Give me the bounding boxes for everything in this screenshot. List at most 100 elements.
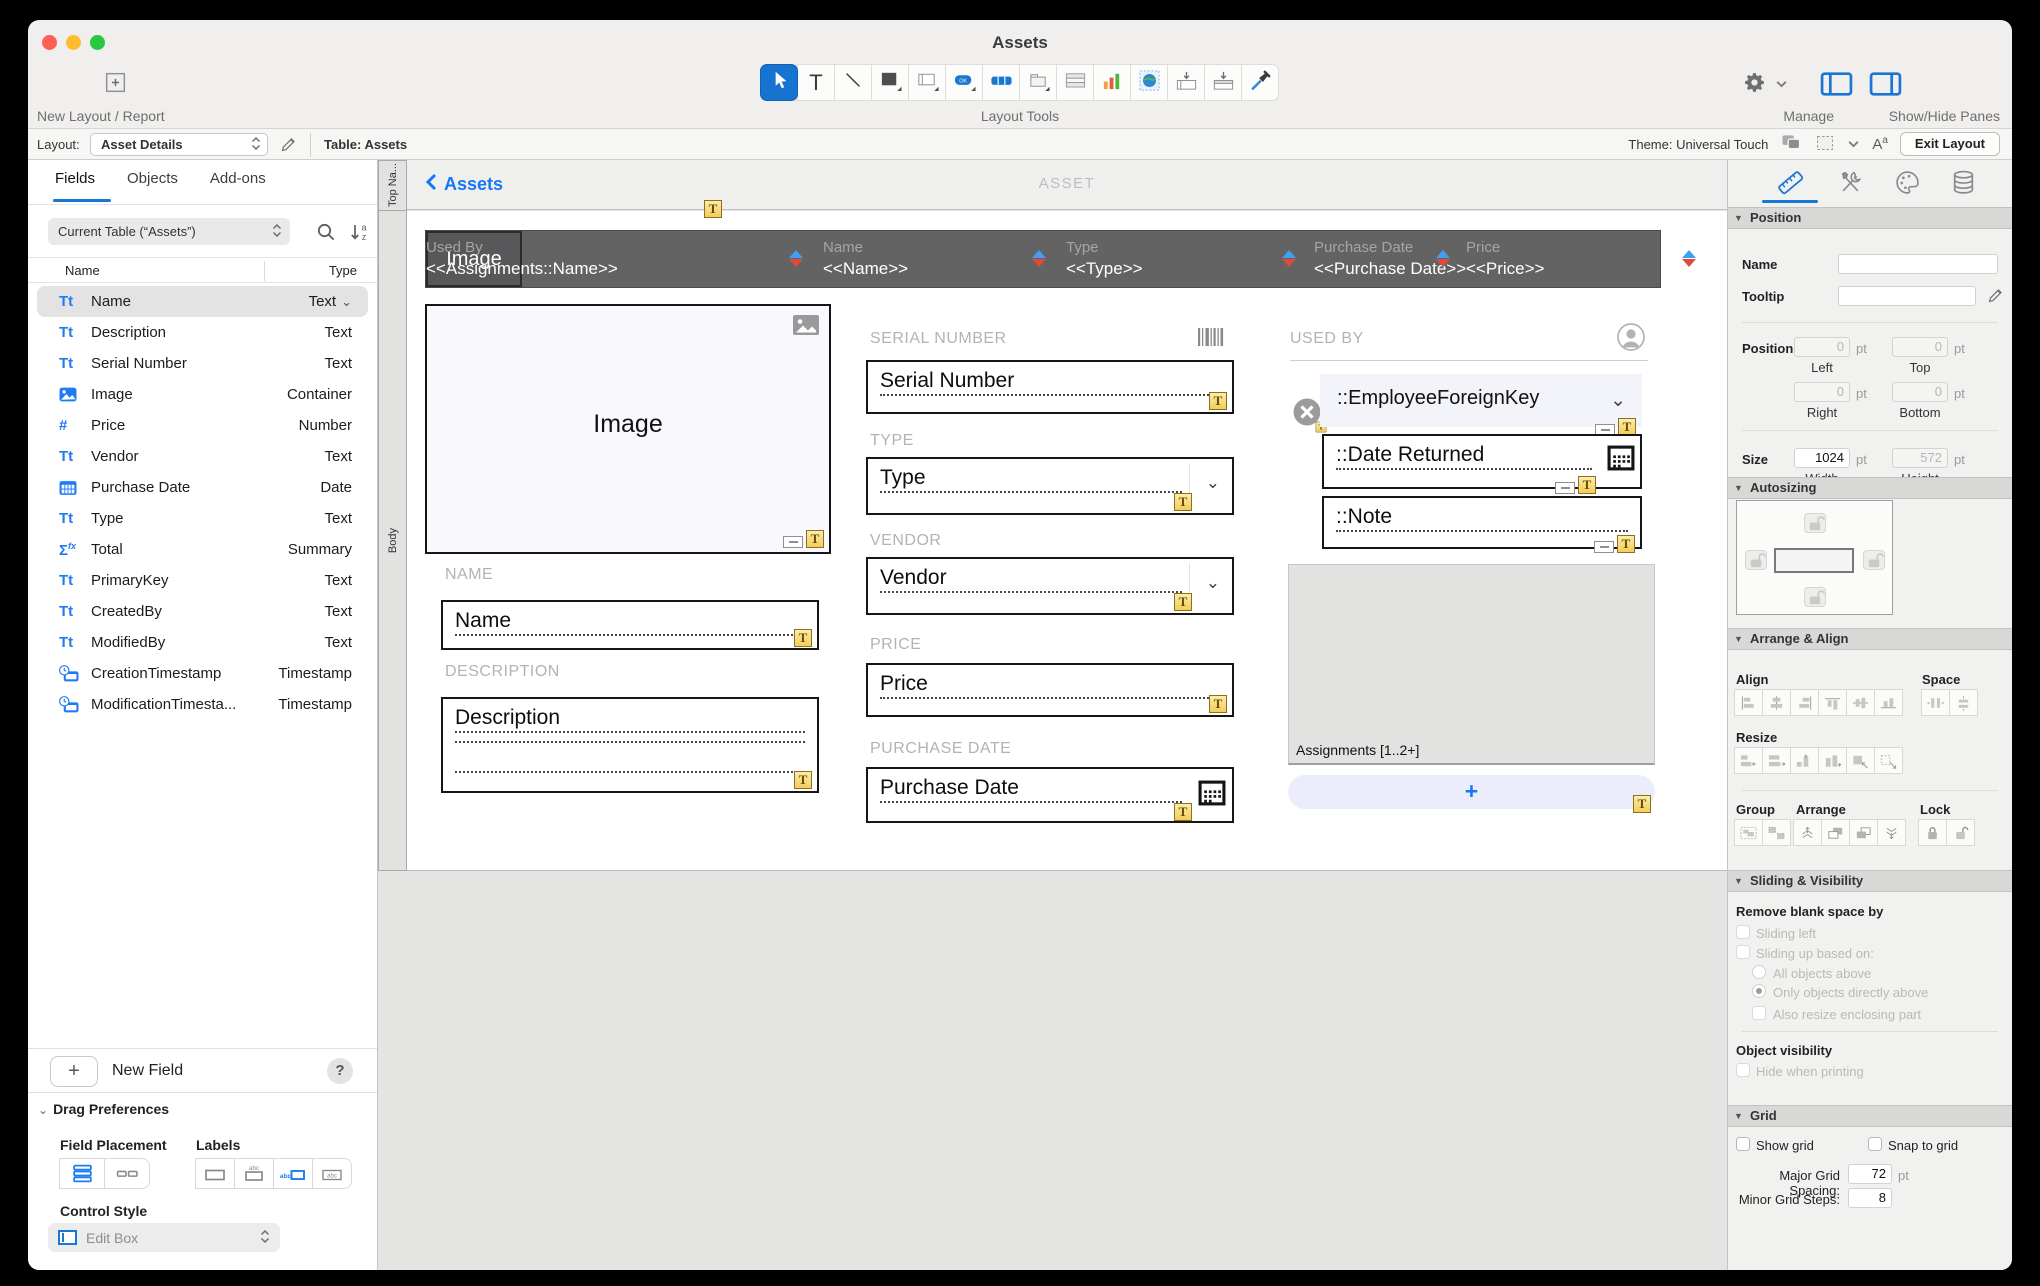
data-tab-database-icon[interactable]	[1950, 169, 1976, 195]
sort-diamond-icon[interactable]	[1682, 249, 1696, 268]
side-by-side-fields-icon[interactable]	[104, 1158, 150, 1189]
web-viewer-tool[interactable]	[1130, 64, 1168, 101]
sliding-left-checkbox[interactable]	[1736, 925, 1750, 939]
note-field[interactable]: ::Note T	[1322, 496, 1642, 549]
field-row[interactable]: # Price Number ⌄	[37, 410, 368, 441]
button-tool[interactable]: OK	[945, 64, 983, 101]
part-label-body[interactable]: Body	[378, 210, 407, 871]
arrange-section-header[interactable]: Arrange & Align	[1728, 628, 2012, 650]
position-left-input[interactable]: 0	[1794, 337, 1850, 357]
resize-to-smallest-icon[interactable]	[1846, 747, 1875, 774]
position-tab-ruler-icon[interactable]	[1777, 169, 1803, 195]
theme-icon[interactable]	[1780, 133, 1803, 155]
appearance-tab-tools-icon[interactable]	[1837, 169, 1863, 195]
vendor-dropdown-field[interactable]: Vendor ⌄ T	[866, 557, 1234, 615]
align-center-horizontal-icon[interactable]	[1762, 689, 1791, 716]
align-left-icon[interactable]	[1734, 689, 1763, 716]
drag-preferences-disclosure[interactable]: ⌄Drag Preferences	[38, 1101, 169, 1117]
show-left-pane-button[interactable]	[1820, 71, 1853, 102]
search-icon[interactable]	[316, 222, 336, 247]
field-row[interactable]: Tt Description Text ⌄	[37, 317, 368, 348]
label-left-icon[interactable]: abc	[273, 1158, 313, 1189]
price-field[interactable]: Price T	[866, 663, 1234, 717]
header-column[interactable]: Price <<Price>>	[1466, 231, 1544, 279]
calendar-icon[interactable]	[1607, 445, 1635, 476]
align-top-icon[interactable]	[1818, 689, 1847, 716]
field-picker-tool[interactable]	[1167, 64, 1205, 101]
bring-to-front-icon[interactable]	[1793, 819, 1822, 846]
table-scope-selector[interactable]: Current Table (“Assets”)	[48, 218, 290, 245]
field-row[interactable]: ModificationTimesta... Timestamp ⌄	[37, 689, 368, 720]
field-row[interactable]: Tt Type Text ⌄	[37, 503, 368, 534]
field-row[interactable]: Purchase Date Date ⌄	[37, 472, 368, 503]
position-right-input[interactable]: 0	[1794, 382, 1850, 402]
serial-number-field[interactable]: Serial Number T	[866, 360, 1234, 414]
sort-diamond-icon[interactable]	[1032, 249, 1046, 268]
field-row[interactable]: Σfx Total Summary ⌄	[37, 534, 368, 565]
field-row[interactable]: Tt Name Text ⌄	[37, 286, 368, 317]
zoom-window-button[interactable]	[90, 35, 105, 50]
selection-chevron-icon[interactable]	[1847, 137, 1860, 152]
layout-selector[interactable]: Asset Details	[90, 133, 268, 156]
styles-tab-palette-icon[interactable]	[1894, 169, 1920, 195]
show-right-pane-button[interactable]	[1869, 71, 1902, 102]
resize-width-smallest-icon[interactable]	[1734, 747, 1763, 774]
date-returned-field[interactable]: ::Date Returned T	[1322, 434, 1642, 489]
autosize-top-lock-icon[interactable]	[1804, 513, 1826, 533]
lock-icon[interactable]	[1918, 819, 1947, 846]
eyedropper-tool[interactable]	[1241, 64, 1279, 101]
sort-diamond-icon[interactable]	[1282, 249, 1296, 268]
sort-diamond-icon[interactable]	[789, 249, 803, 268]
tab-addons[interactable]: Add-ons	[210, 170, 266, 187]
header-column[interactable]: Type <<Type>>	[1066, 231, 1143, 279]
resize-height-largest-icon[interactable]	[1818, 747, 1847, 774]
selection-style-icon[interactable]	[1815, 134, 1835, 155]
new-field-button[interactable]: +	[50, 1056, 98, 1087]
description-field[interactable]: Description T	[441, 697, 819, 793]
tab-objects[interactable]: Objects	[127, 170, 178, 187]
new-layout-button[interactable]	[100, 70, 130, 100]
minor-grid-steps-input[interactable]: 8	[1848, 1188, 1892, 1208]
align-bottom-icon[interactable]	[1874, 689, 1903, 716]
column-header-type[interactable]: Type	[329, 263, 357, 278]
send-backward-icon[interactable]	[1849, 819, 1878, 846]
calendar-icon[interactable]	[1198, 780, 1226, 811]
edit-tooltip-pencil-icon[interactable]	[1987, 287, 2004, 307]
autosizing-widget[interactable]	[1736, 500, 1893, 615]
field-row[interactable]: Tt Vendor Text ⌄	[37, 441, 368, 472]
align-middle-icon[interactable]	[1846, 689, 1875, 716]
only-objects-radio[interactable]	[1752, 984, 1766, 998]
field-row[interactable]: Tt CreatedBy Text ⌄	[37, 596, 368, 627]
tab-control-tool[interactable]	[1019, 64, 1057, 101]
ungroup-icon[interactable]	[1762, 819, 1791, 846]
label-inside-icon[interactable]: abc	[312, 1158, 352, 1189]
autosizing-section-header[interactable]: Autosizing	[1728, 477, 2012, 499]
purchase-date-field[interactable]: Purchase Date T	[866, 767, 1234, 823]
field-row[interactable]: Tt Serial Number Text ⌄	[37, 348, 368, 379]
field-tool[interactable]	[908, 64, 946, 101]
position-bottom-input[interactable]: 0	[1892, 382, 1948, 402]
label-above-icon[interactable]: abc	[234, 1158, 274, 1189]
sort-icon[interactable]: az	[348, 222, 370, 247]
also-resize-checkbox[interactable]	[1752, 1006, 1766, 1020]
tab-fields[interactable]: Fields	[55, 170, 95, 187]
sort-diamond-icon[interactable]	[1436, 249, 1450, 268]
field-row[interactable]: Tt PrimaryKey Text ⌄	[37, 565, 368, 596]
stacked-fields-icon[interactable]	[59, 1158, 105, 1189]
tooltip-input[interactable]	[1838, 286, 1976, 306]
close-window-button[interactable]	[42, 35, 57, 50]
sliding-up-checkbox[interactable]	[1736, 945, 1750, 959]
button-bar-tool[interactable]	[982, 64, 1020, 101]
layout-canvas[interactable]: Top Na... Body Assets ASSET T Image Name…	[378, 160, 1727, 1270]
line-tool[interactable]	[834, 64, 872, 101]
unlock-icon[interactable]	[1946, 819, 1975, 846]
sliding-section-header[interactable]: Sliding & Visibility	[1728, 870, 2012, 892]
position-section-header[interactable]: Position	[1728, 207, 2012, 229]
manage-chevron-icon[interactable]	[1775, 76, 1788, 94]
autosize-bottom-lock-icon[interactable]	[1804, 587, 1826, 607]
exit-layout-button[interactable]: Exit Layout	[1900, 132, 2000, 156]
position-top-input[interactable]: 0	[1892, 337, 1948, 357]
snap-to-grid-checkbox[interactable]	[1868, 1137, 1882, 1151]
major-grid-spacing-input[interactable]: 72	[1848, 1164, 1892, 1184]
all-objects-radio[interactable]	[1752, 965, 1766, 979]
